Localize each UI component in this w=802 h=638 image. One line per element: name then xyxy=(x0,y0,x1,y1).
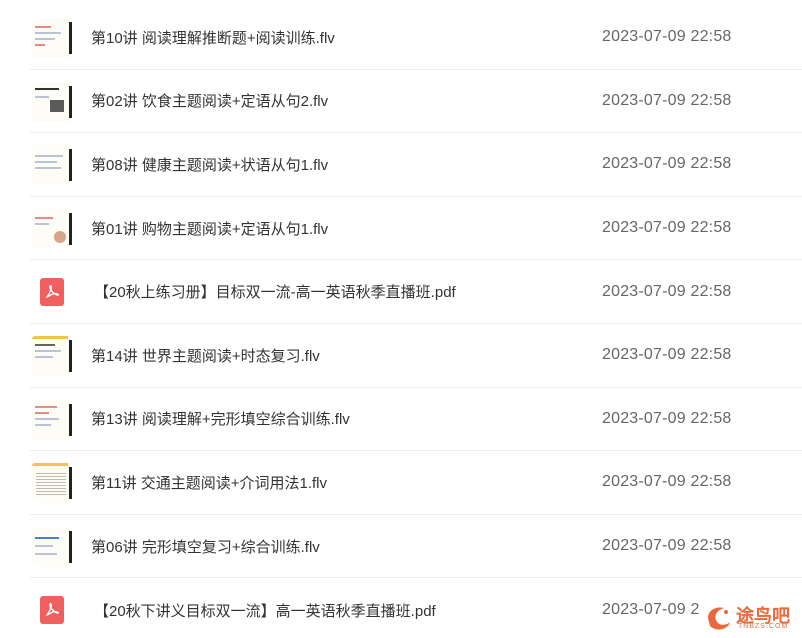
file-row[interactable]: 第01讲 购物主题阅读+定语从句1.flv 2023-07-09 22:58 xyxy=(30,197,802,261)
file-date: 2023-07-09 22:58 xyxy=(602,537,732,555)
watermark-logo: 途鸟吧 TNBZS.COM xyxy=(698,600,798,636)
video-thumbnail-icon xyxy=(32,526,72,567)
file-row[interactable]: 【20秋下讲义目标双一流】高一英语秋季直播班.pdf 2023-07-09 2 xyxy=(30,578,802,638)
watermark-subtext: TNBZS.COM xyxy=(738,623,789,630)
pdf-icon xyxy=(40,596,64,625)
file-date: 2023-07-09 22:58 xyxy=(602,91,732,109)
file-date: 2023-07-09 22:58 xyxy=(602,409,732,427)
file-name: 第08讲 健康主题阅读+状语从句1.flv xyxy=(91,156,329,174)
file-row[interactable]: 第02讲 饮食主题阅读+定语从句2.flv 2023-07-09 22:58 xyxy=(30,70,802,134)
file-name: 第01讲 购物主题阅读+定语从句1.flv xyxy=(91,220,329,238)
file-row[interactable]: 【20秋上练习册】目标双一流-高一英语秋季直播班.pdf 2023-07-09 … xyxy=(30,260,802,324)
video-thumbnail-icon xyxy=(32,463,72,504)
file-name: 第14讲 世界主题阅读+时态复习.flv xyxy=(91,347,320,365)
video-thumbnail-icon xyxy=(32,399,72,440)
file-name: 第10讲 阅读理解推断题+阅读训练.flv xyxy=(91,29,335,47)
file-date: 2023-07-09 22:58 xyxy=(602,28,732,46)
file-name: 第11讲 交通主题阅读+介词用法1.flv xyxy=(91,474,328,492)
file-date: 2023-07-09 22:58 xyxy=(602,155,732,173)
file-list: 第10讲 阅读理解推断题+阅读训练.flv 2023-07-09 22:58 第… xyxy=(30,6,802,638)
video-thumbnail-icon xyxy=(32,208,72,249)
file-name: 第06讲 完形填空复习+综合训练.flv xyxy=(91,538,320,556)
file-name: 【20秋下讲义目标双一流】高一英语秋季直播班.pdf xyxy=(94,602,436,620)
file-date: 2023-07-09 22:58 xyxy=(602,219,732,237)
file-date: 2023-07-09 22:58 xyxy=(602,473,732,491)
video-thumbnail-icon xyxy=(32,145,72,186)
pdf-icon xyxy=(40,278,64,307)
file-name: 【20秋上练习册】目标双一流-高一英语秋季直播班.pdf xyxy=(94,284,456,302)
file-row[interactable]: 第14讲 世界主题阅读+时态复习.flv 2023-07-09 22:58 xyxy=(30,324,802,388)
file-name: 第02讲 饮食主题阅读+定语从句2.flv xyxy=(91,93,329,111)
file-row[interactable]: 第08讲 健康主题阅读+状语从句1.flv 2023-07-09 22:58 xyxy=(30,133,802,197)
file-row[interactable]: 第10讲 阅读理解推断题+阅读训练.flv 2023-07-09 22:58 xyxy=(30,6,802,70)
video-thumbnail-icon xyxy=(32,81,72,122)
video-thumbnail-icon xyxy=(32,18,72,58)
file-date: 2023-07-09 2 xyxy=(602,601,700,619)
file-name: 第13讲 阅读理解+完形填空综合训练.flv xyxy=(91,411,350,429)
file-row[interactable]: 第06讲 完形填空复习+综合训练.flv 2023-07-09 22:58 xyxy=(30,515,802,579)
bird-logo-icon xyxy=(708,607,730,630)
file-date: 2023-07-09 22:58 xyxy=(602,346,732,364)
video-thumbnail-icon xyxy=(32,335,72,376)
file-row[interactable]: 第11讲 交通主题阅读+介词用法1.flv 2023-07-09 22:58 xyxy=(30,451,802,515)
file-date: 2023-07-09 22:58 xyxy=(602,282,732,300)
file-row[interactable]: 第13讲 阅读理解+完形填空综合训练.flv 2023-07-09 22:58 xyxy=(30,388,802,452)
